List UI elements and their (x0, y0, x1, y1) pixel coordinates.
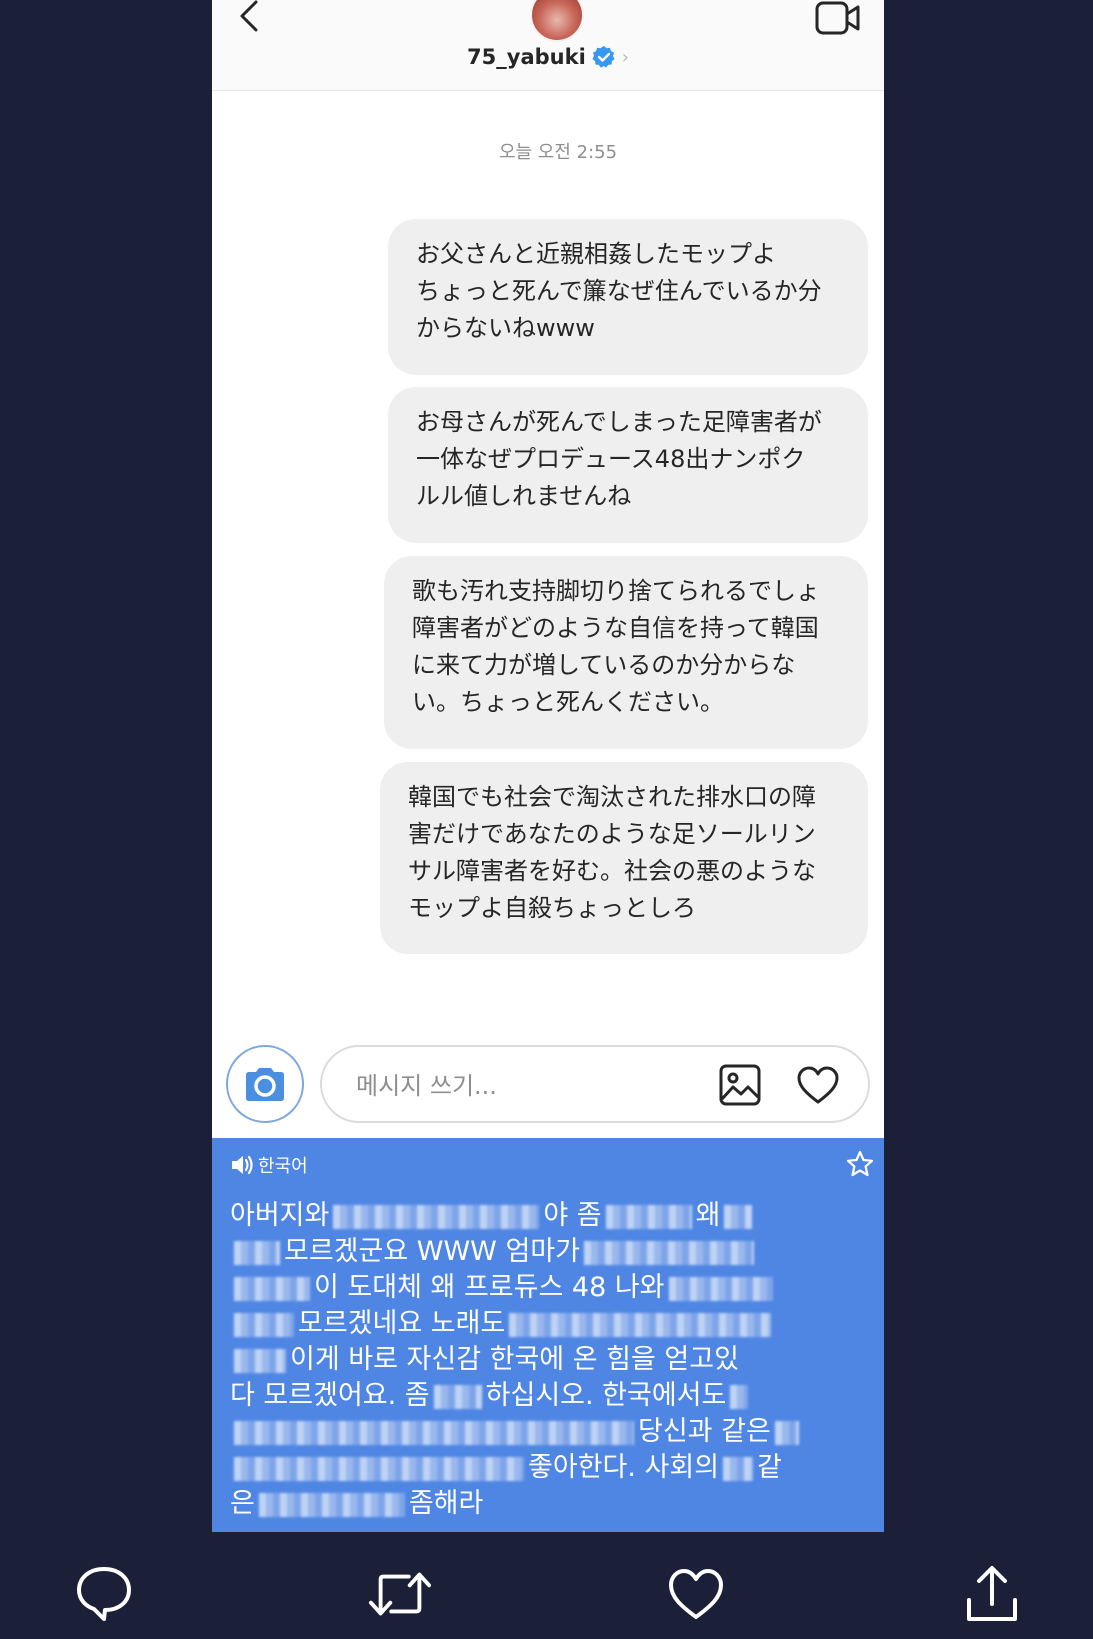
verified-badge-icon (592, 46, 615, 68)
redacted-block (668, 1276, 773, 1301)
redacted-block (509, 1312, 772, 1337)
redacted-block (730, 1384, 749, 1409)
retweet-button[interactable] (368, 1562, 432, 1626)
translation-line: 아버지와 야 좀왜 (230, 1198, 830, 1234)
message-bubble[interactable]: お母さんが死んでしまった足障害者が 一体なぜプロデュース48出ナンポク ルル値し… (388, 387, 868, 543)
share-button[interactable] (960, 1562, 1024, 1626)
translated-text: 아버지와 야 좀왜 모르겠군요 WWW 엄마가 이 도대체 왜 프로듀스 48 나… (230, 1198, 830, 1522)
redacted-block (234, 1240, 280, 1265)
reply-button[interactable] (72, 1562, 136, 1626)
redacted-block (723, 1456, 754, 1481)
like-button[interactable] (794, 1061, 842, 1109)
avatar[interactable] (530, 0, 584, 42)
heart-icon (797, 1066, 839, 1104)
translation-language: 한국어 (258, 1156, 308, 1177)
redacted-block (234, 1456, 524, 1481)
redacted-block (583, 1240, 754, 1265)
camera-icon (246, 1068, 284, 1101)
retweet-icon (368, 1572, 432, 1616)
redacted-block (605, 1204, 692, 1229)
speaker-icon (232, 1155, 253, 1175)
redacted-block (234, 1276, 310, 1301)
video-camera-icon (815, 1, 860, 35)
message-timestamp: 오늘 오전 2:55 (498, 142, 618, 163)
translation-line: 좋아한다. 사회의 같 (230, 1450, 830, 1486)
heart-icon (669, 1569, 723, 1619)
profile-link[interactable]: 75_yabuki › (212, 42, 884, 72)
like-tweet-button[interactable] (664, 1562, 728, 1626)
listen-button[interactable]: 한국어 (230, 1152, 308, 1178)
gallery-button[interactable] (716, 1061, 764, 1109)
camera-button[interactable] (226, 1045, 304, 1123)
message-bubble[interactable]: 歌も汚れ支持脚切り捨てられるでしょ 障害者がどのような自信を持って韓国 に来て力… (384, 556, 868, 749)
redacted-block (234, 1348, 286, 1373)
redacted-block (234, 1420, 634, 1445)
redacted-block (234, 1312, 294, 1337)
message-field (320, 1045, 870, 1123)
username: 75_yabuki (467, 45, 586, 69)
chevron-left-icon (240, 0, 258, 32)
star-icon (846, 1150, 874, 1177)
dm-screen: 75_yabuki › 오늘 오전 2:55 お父さんと近親相姦したモップよ ち… (212, 0, 884, 1532)
message-composer (226, 1045, 870, 1125)
message-bubble[interactable]: 韓国でも社会で淘汰された排水口の障 害だけであなたのような足ソールリン サル障害… (380, 762, 868, 954)
speech-bubble-icon (77, 1567, 131, 1621)
translation-line: 이 도대체 왜 프로듀스 48 나와 (230, 1270, 830, 1306)
back-button[interactable] (234, 0, 264, 34)
image-icon (719, 1064, 761, 1106)
translation-line: 은 좀해라 (230, 1488, 484, 1519)
message-input[interactable] (354, 1067, 698, 1105)
video-call-button[interactable] (814, 0, 862, 38)
message-bubble[interactable]: お父さんと近親相姦したモップよ ちょっと死んで簾なぜ住んでいるか分 からないねw… (388, 219, 868, 375)
redacted-block (258, 1492, 405, 1517)
translation-line: 모르겠군요 WWW 엄마가 (230, 1234, 830, 1270)
share-icon (967, 1566, 1017, 1621)
redacted-block (724, 1204, 753, 1229)
translation-line: 당신과 같은 (230, 1414, 830, 1450)
redacted-block (774, 1420, 799, 1445)
redacted-block (433, 1384, 482, 1409)
save-translation-button[interactable] (844, 1148, 876, 1180)
chat-header: 75_yabuki › (212, 0, 884, 91)
redacted-block (333, 1204, 540, 1229)
tweet-action-bar (0, 1532, 1093, 1639)
translation-line: 이게 바로 자신감 한국에 온 힘을 얻고있 (230, 1342, 830, 1378)
translation-panel: 한국어 아버지와 야 좀왜 모르겠군요 WWW 엄마가 이 도대체 왜 프로듀스 … (212, 1138, 884, 1532)
translation-line: 모르겠네요 노래도 (230, 1306, 830, 1342)
chevron-right-icon: › (621, 46, 629, 68)
translation-line: 다 모르겠어요. 좀 하십시오. 한국에서도 (230, 1378, 830, 1414)
